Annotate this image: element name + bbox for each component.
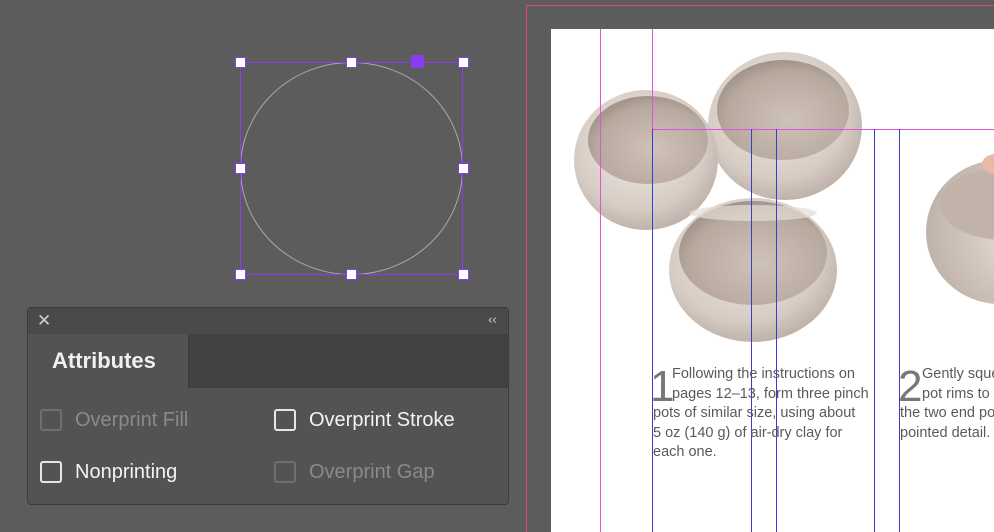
tab-attributes[interactable]: Attributes [28,334,189,388]
panel-tab-strip: Attributes [28,334,508,388]
close-icon[interactable]: ✕ [37,311,51,331]
step-2-clip: 2 Gently sque pot rims to the two end po… [896,360,994,470]
step-2-line: pot rims to [922,385,990,402]
overprint-stroke-checkbox[interactable] [274,409,296,431]
selection-handle-middle-right[interactable] [458,163,469,174]
overprint-stroke-label: Overprint Stroke [309,408,455,431]
step-1-line: pages 12–13, form three pinch [672,385,869,402]
column-guide-3 [776,129,777,532]
selection-handle-top-left[interactable] [235,57,246,68]
nonprinting-label: Nonprinting [75,460,178,483]
margin-guide-top [652,129,994,130]
column-guide-1 [652,129,653,532]
step-1-line: pots of similar size, using about [653,405,856,421]
content-grabber-handle[interactable] [411,55,424,68]
indesign-workspace: ✕ ‹‹ Attributes Overprint Fill Overprint… [0,0,994,532]
selection-handle-bottom-left[interactable] [235,269,246,280]
overprint-gap-label: Overprint Gap [309,460,435,483]
step-1-line: Following the instructions on [672,366,855,382]
overprint-fill-label: Overprint Fill [75,408,189,431]
column-guide-2 [751,129,752,532]
selection-handle-middle-left[interactable] [235,163,246,174]
step-two-photo[interactable] [900,132,994,344]
nonprinting-checkbox[interactable] [40,461,62,483]
selection-handle-top-center[interactable] [346,57,357,68]
overprint-gap-checkbox[interactable] [274,461,296,483]
attributes-panel: ✕ ‹‹ Attributes Overprint Fill Overprint… [27,307,509,505]
column-guide-4 [874,129,875,532]
margin-guide-left [600,29,601,532]
step-1-text[interactable]: Following the instructions on pages 12–1… [653,365,869,463]
step-2-line: pointed detail. [900,424,991,441]
column-guide-5 [899,129,900,532]
margin-guide-inner [652,29,653,129]
overprint-gap-option: Overprint Gap [274,459,435,485]
collapse-panel-icon[interactable]: ‹‹ [488,312,497,330]
nonprinting-option: Nonprinting [40,459,177,485]
overprint-fill-checkbox[interactable] [40,409,62,431]
tab-attributes-label: Attributes [52,348,156,373]
selection-bounding-box[interactable] [240,62,463,275]
step-2-line: Gently sque [922,366,994,382]
step-2-text[interactable]: Gently sque pot rims to the two end po p… [900,365,994,443]
clay-bowls-photo[interactable] [570,48,870,348]
step-2-line: the two end po [900,405,994,421]
overprint-stroke-option: Overprint Stroke [274,407,455,433]
selection-handle-top-right[interactable] [458,57,469,68]
selection-handle-bottom-center[interactable] [346,269,357,280]
selection-handle-bottom-right[interactable] [458,269,469,280]
step-1-line: 5 oz (140 g) of air-dry clay for [653,424,843,441]
step-1-line: each one. [653,444,717,460]
overprint-fill-option: Overprint Fill [40,407,188,433]
panel-titlebar[interactable]: ✕ ‹‹ [28,308,508,335]
